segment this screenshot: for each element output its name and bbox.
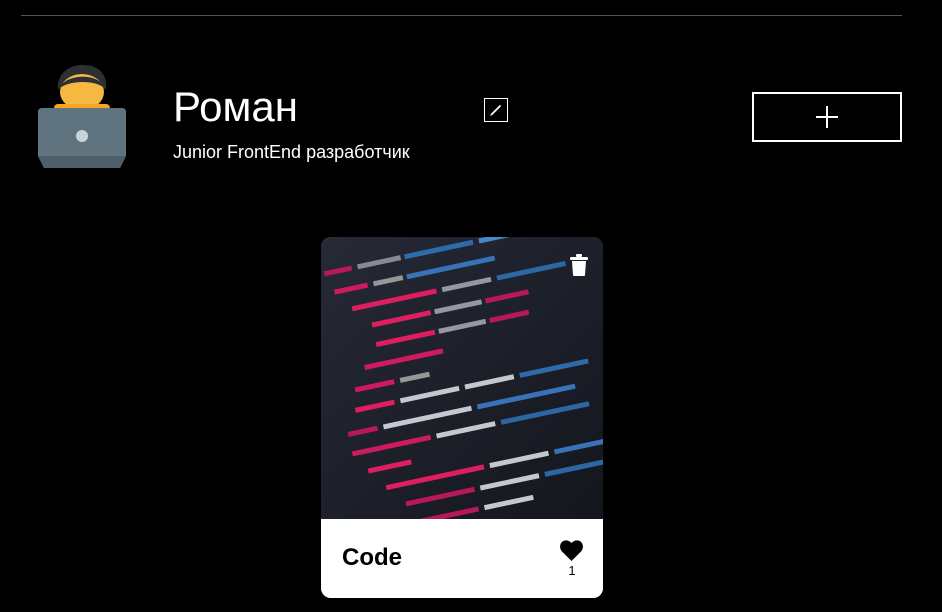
developer-laptop-icon	[38, 64, 126, 168]
add-card-button[interactable]	[752, 92, 902, 142]
card-footer: Code 1	[321, 519, 603, 598]
header-divider	[21, 15, 902, 16]
heart-icon	[560, 540, 583, 561]
plus-icon	[816, 106, 838, 128]
card-title: Code	[342, 544, 402, 571]
delete-card-button[interactable]	[569, 254, 589, 276]
profile-page: Роман Junior FrontEnd разработчик Code 1	[0, 0, 942, 612]
code-screen-photo	[321, 237, 603, 548]
like-button[interactable]	[560, 540, 583, 561]
profile-name: Роман	[173, 83, 298, 130]
like-count: 1	[568, 563, 576, 578]
edit-profile-button[interactable]	[484, 98, 508, 122]
trash-icon	[570, 254, 588, 276]
card-image[interactable]	[321, 237, 603, 548]
avatar[interactable]	[36, 64, 128, 170]
pencil-icon	[490, 104, 502, 116]
card: Code 1	[321, 237, 603, 598]
profile-description: Junior FrontEnd разработчик	[173, 142, 410, 162]
